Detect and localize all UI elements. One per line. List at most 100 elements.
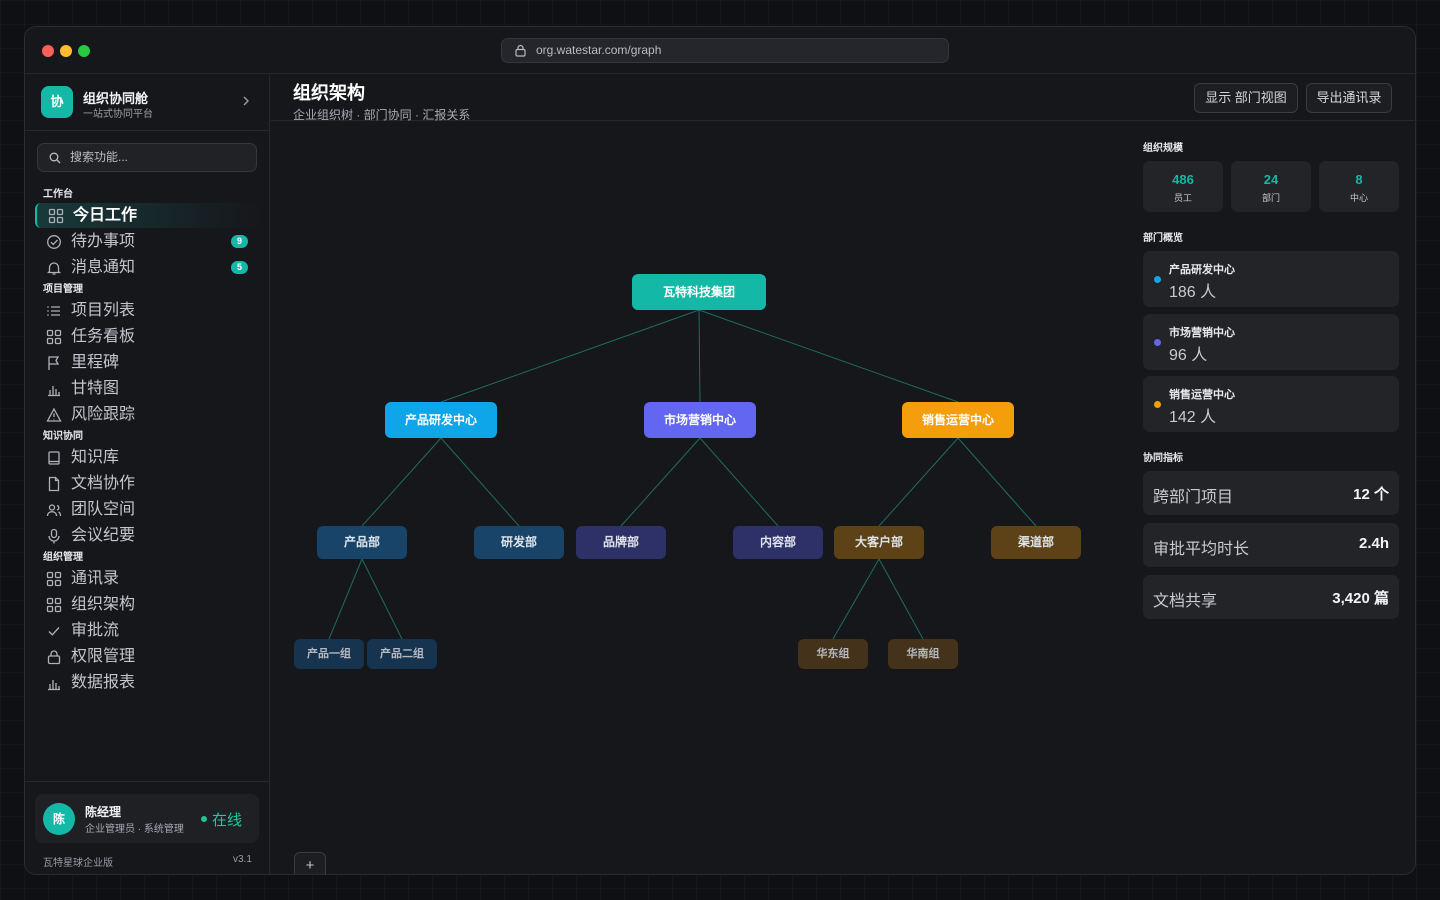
sidebar-item-label: 审批流 bbox=[71, 622, 120, 639]
book-icon bbox=[48, 451, 60, 465]
status-text: 在线 bbox=[212, 812, 243, 829]
brand-header[interactable]: 协 组织协同舱 一站式协同平台 bbox=[25, 75, 270, 131]
search-input[interactable]: 搜索功能... bbox=[37, 143, 257, 172]
metric-value: 3,420 篇 bbox=[1332, 590, 1389, 607]
sidebar-item-label: 消息通知 bbox=[71, 259, 136, 276]
export-contacts-button[interactable]: 导出通讯录 bbox=[1306, 83, 1392, 113]
check-circle-icon bbox=[47, 235, 61, 249]
stat-value: 8 bbox=[1355, 172, 1363, 187]
org-node-group[interactable]: 华东组 bbox=[798, 639, 868, 669]
close-window-button[interactable] bbox=[42, 45, 54, 57]
sidebar-item[interactable]: 团队空间 bbox=[35, 497, 260, 522]
bell-icon bbox=[46, 262, 62, 275]
org-node-department[interactable]: 渠道部 bbox=[991, 526, 1081, 559]
org-chart-canvas[interactable]: 瓦特科技集团产品研发中心 市场营销中心 销售运营中心产品部 研发部 品牌部 内容部 大客户部… bbox=[271, 122, 1127, 874]
user-name: 陈经理 bbox=[85, 805, 122, 819]
org-node-department[interactable]: 研发部 bbox=[474, 526, 564, 559]
org-node-center[interactable]: 市场营销中心 bbox=[644, 402, 756, 438]
lock-icon bbox=[47, 650, 61, 665]
brand-logo: 协 bbox=[41, 86, 73, 118]
org-node-group[interactable]: 产品二组 bbox=[367, 639, 437, 669]
link-dept-group bbox=[328, 558, 363, 640]
sidebar-item-label: 甘特图 bbox=[71, 380, 120, 397]
dept-name: 销售运营中心 bbox=[1169, 389, 1235, 401]
sidebar-item[interactable]: 知识库 bbox=[35, 445, 260, 470]
sidebar-section-title: 组织管理 bbox=[43, 552, 83, 563]
metrics-title: 协同指标 bbox=[1143, 453, 1183, 464]
sidebar-item-label: 团队空间 bbox=[71, 501, 136, 518]
maximize-window-button[interactable] bbox=[78, 45, 90, 57]
sidebar-item[interactable]: 通讯录 bbox=[35, 566, 260, 591]
minimize-window-button[interactable] bbox=[60, 45, 72, 57]
sidebar-item-label: 待办事项 bbox=[71, 233, 136, 250]
org-node-department[interactable]: 大客户部 bbox=[834, 526, 924, 559]
sidebar-item-label: 会议纪要 bbox=[71, 527, 136, 544]
stat-label: 员工 bbox=[1173, 193, 1192, 203]
main-area: 组织架构 企业组织树 · 部门协同 · 汇报关系 显示 部门视图 导出通讯录 瓦… bbox=[271, 75, 1415, 874]
add-node-button[interactable]: + bbox=[294, 852, 326, 874]
sidebar-item[interactable]: 会议纪要 bbox=[35, 523, 260, 548]
mic-icon bbox=[48, 528, 60, 544]
flag-icon bbox=[48, 356, 60, 370]
stat-label: 部门 bbox=[1261, 193, 1280, 203]
search-icon bbox=[49, 152, 61, 164]
sidebar-item[interactable]: 任务看板 bbox=[35, 324, 260, 349]
department-view-button[interactable]: 显示 部门视图 bbox=[1194, 83, 1298, 113]
sidebar-item-label: 知识库 bbox=[71, 449, 120, 466]
dept-name: 产品研发中心 bbox=[1169, 264, 1235, 276]
sidebar-item[interactable]: 组织架构 bbox=[35, 592, 260, 617]
org-node-department[interactable]: 品牌部 bbox=[576, 526, 666, 559]
count-badge: 5 bbox=[231, 261, 248, 274]
sidebar-item[interactable]: 权限管理 bbox=[35, 644, 260, 669]
org-node-center[interactable]: 产品研发中心 bbox=[385, 402, 497, 438]
sidebar-item[interactable]: 甘特图 bbox=[35, 376, 260, 401]
org-node-department[interactable]: 产品部 bbox=[317, 526, 407, 559]
sidebar-item[interactable]: 审批流 bbox=[35, 618, 260, 643]
sidebar-item-label: 权限管理 bbox=[71, 648, 136, 665]
sidebar-item[interactable]: 待办事项 9 bbox=[35, 229, 260, 254]
link-center-dept bbox=[620, 437, 701, 527]
metric-label: 跨部门项目 bbox=[1153, 489, 1234, 506]
stat-card: 24 部门 bbox=[1231, 161, 1311, 212]
dept-name: 市场营销中心 bbox=[1169, 326, 1235, 339]
org-node-group[interactable]: 华南组 bbox=[888, 639, 958, 669]
org-node-group[interactable]: 产品一组 bbox=[294, 639, 364, 669]
dept-color-dot-icon bbox=[1154, 338, 1161, 346]
metric-label: 文档共享 bbox=[1153, 593, 1218, 610]
sidebar-item-label: 文档协作 bbox=[71, 475, 136, 492]
org-node-department[interactable]: 内容部 bbox=[733, 526, 823, 559]
page-header: 组织架构 企业组织树 · 部门协同 · 汇报关系 显示 部门视图 导出通讯录 bbox=[271, 75, 1415, 122]
page-title: 组织架构 bbox=[293, 83, 365, 103]
users-icon bbox=[46, 504, 62, 517]
sidebar-section-title: 工作台 bbox=[43, 189, 73, 200]
dept-card[interactable]: 市场营销中心 96 人 bbox=[1143, 313, 1399, 370]
title-bar: org.watestar.com/graph bbox=[25, 27, 1415, 74]
sidebar-item[interactable]: 里程碑 bbox=[35, 350, 260, 375]
list-icon bbox=[47, 306, 60, 316]
link-center-dept bbox=[957, 437, 1037, 527]
link-center-dept bbox=[440, 437, 520, 527]
chevron-right-icon[interactable] bbox=[241, 95, 251, 107]
dept-color-dot-icon bbox=[1154, 401, 1161, 408]
org-node-root[interactable]: 瓦特科技集团 bbox=[632, 274, 766, 310]
file-icon bbox=[48, 476, 60, 492]
grid-icon bbox=[46, 329, 62, 345]
url-text: org.watestar.com/graph bbox=[536, 43, 662, 57]
sidebar-item[interactable]: 项目列表 bbox=[35, 298, 260, 323]
bar-chart-icon bbox=[48, 680, 60, 691]
metric-value: 12 个 bbox=[1353, 486, 1389, 503]
address-bar[interactable]: org.watestar.com/graph bbox=[501, 38, 949, 63]
sidebar-item[interactable]: 今日工作 bbox=[35, 203, 260, 228]
user-card[interactable]: 陈 陈经理 企业管理员 · 系统管理 在线 bbox=[35, 794, 259, 843]
user-panel: 陈 陈经理 企业管理员 · 系统管理 在线 瓦特星球企业版 v3.1 bbox=[25, 781, 270, 874]
sidebar-item[interactable]: 文档协作 bbox=[35, 471, 260, 496]
dept-card[interactable]: 销售运营中心 142 人 bbox=[1143, 376, 1399, 432]
stat-card: 486 员工 bbox=[1143, 161, 1223, 212]
sidebar-item[interactable]: 消息通知 5 bbox=[35, 255, 260, 280]
dept-card[interactable]: 产品研发中心 186 人 bbox=[1143, 251, 1399, 307]
sidebar-item[interactable]: 数据报表 bbox=[35, 670, 260, 695]
sidebar-item-label: 组织架构 bbox=[71, 596, 136, 613]
link-center-dept bbox=[699, 437, 779, 527]
sidebar-item[interactable]: 风险跟踪 bbox=[35, 402, 260, 427]
org-node-center[interactable]: 销售运营中心 bbox=[902, 402, 1014, 438]
